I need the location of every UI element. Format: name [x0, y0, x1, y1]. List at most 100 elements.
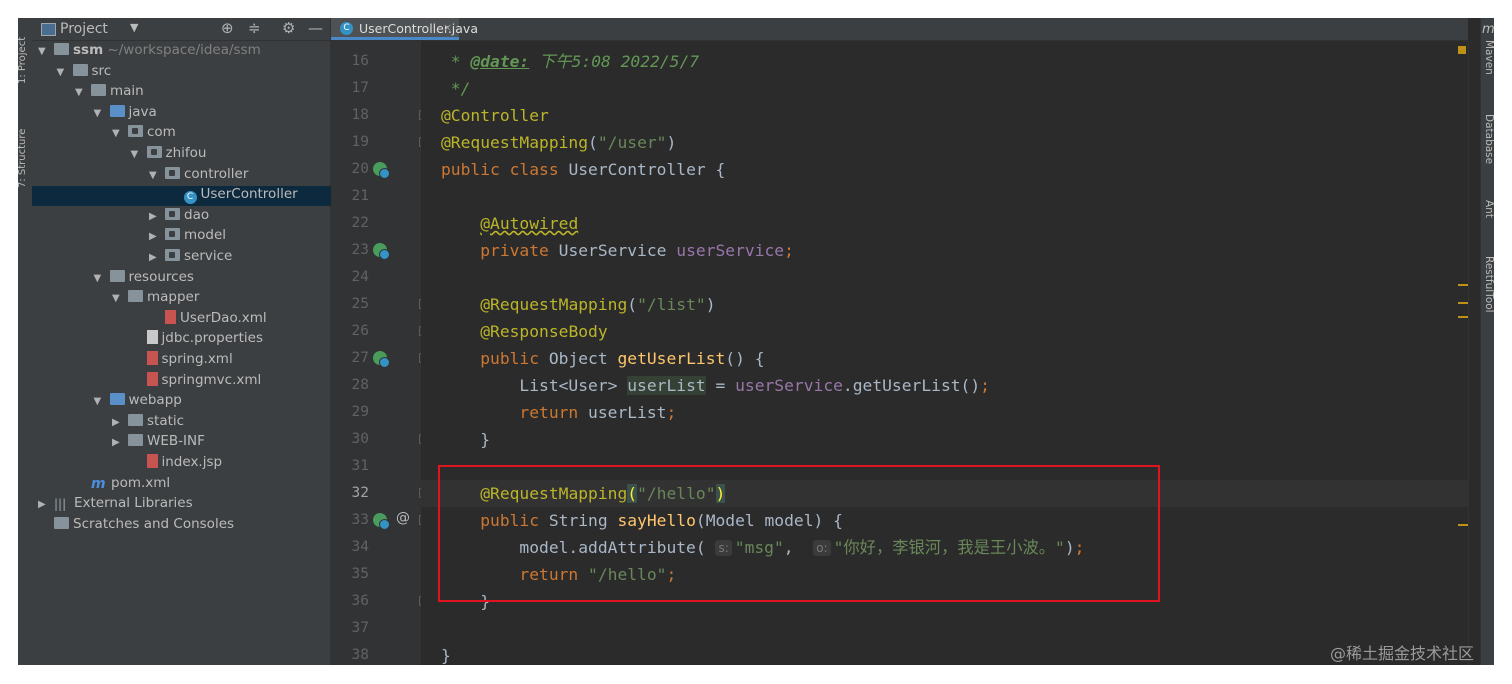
expanded-arrow-icon[interactable]: ▼ — [112, 293, 128, 304]
tree-item-webapp[interactable]: ▼ webapp — [32, 392, 182, 412]
line-number: 16 — [351, 53, 369, 69]
tree-item-springmvc-xml[interactable]: springmvc.xml — [32, 371, 261, 392]
code-line[interactable]: @ResponseBody — [421, 318, 1471, 345]
tree-item-resources[interactable]: ▼ resources — [32, 269, 194, 289]
tree-item-service[interactable]: ▶ service — [32, 248, 232, 268]
restfultool-tool-tab[interactable]: RestfulTool — [1483, 256, 1494, 313]
code-token: ; — [980, 376, 990, 395]
tree-item-web-inf[interactable]: ▶ WEB-INF — [32, 433, 205, 453]
package-icon — [146, 146, 162, 158]
structure-tool-tab[interactable]: 7: Structure — [18, 129, 28, 188]
project-tool-tab[interactable]: 1: Project — [18, 37, 28, 84]
close-icon[interactable]: × — [443, 21, 452, 34]
code-line[interactable] — [421, 183, 1471, 210]
code-line[interactable]: private UserService userService; — [421, 237, 1471, 264]
gear-icon[interactable]: ⚙ — [282, 19, 295, 37]
hide-panel-icon[interactable]: — — [308, 19, 323, 37]
project-panel-title[interactable]: Project — [60, 21, 108, 37]
collapse-all-icon[interactable]: ≑ — [248, 19, 261, 37]
expanded-arrow-icon[interactable]: ▼ — [112, 128, 128, 139]
code-line[interactable] — [421, 264, 1471, 291]
ant-tool-tab[interactable]: Ant — [1483, 200, 1494, 218]
project-panel: Project ▼ ⊕ ≑ ⚙ — ▼ ssm ~/workspace/idea/… — [32, 18, 464, 665]
tree-item-static[interactable]: ▶ static — [32, 413, 184, 433]
expanded-arrow-icon[interactable]: ▼ — [38, 46, 54, 57]
expanded-arrow-icon[interactable]: ▼ — [57, 67, 73, 78]
maven-tool-tab[interactable]: Maven — [1483, 40, 1494, 75]
line-number: 21 — [351, 188, 369, 204]
code-line[interactable]: @RequestMapping("/user") — [421, 129, 1471, 156]
tree-item-zhifou[interactable]: ▼ zhifou — [32, 145, 207, 165]
collapsed-arrow-icon[interactable]: ▶ — [112, 437, 128, 448]
tree-item-main[interactable]: ▼ main — [32, 83, 144, 103]
tree-item-ssm[interactable]: ▼ ssm ~/workspace/idea/ssm — [32, 42, 261, 62]
tree-item-userdao-xml[interactable]: UserDao.xml — [32, 309, 267, 330]
code-line[interactable]: } — [421, 426, 1471, 453]
scroll-marker[interactable] — [1458, 524, 1468, 526]
code-line[interactable]: @RequestMapping("/list") — [421, 291, 1471, 318]
code-line[interactable] — [421, 615, 1471, 642]
scroll-marker[interactable] — [1458, 302, 1468, 304]
editor-gutter[interactable]: 16 17 18 19 20 21 22 23 24 25 26 27 28 29 30 31 32 33 @34 3… — [331, 41, 428, 665]
code-token: @Autowired — [480, 214, 579, 233]
code-line[interactable]: public Object getUserList() { — [421, 345, 1471, 372]
expanded-arrow-icon[interactable]: ▼ — [149, 170, 165, 181]
scroll-marker[interactable] — [1458, 284, 1468, 286]
code-line[interactable]: * @date: 下午5:08 2022/5/7 — [421, 48, 1471, 75]
tree-item-java[interactable]: ▼ java — [32, 104, 157, 124]
tree-item-external-libraries[interactable]: ▶ ||| External Libraries — [32, 495, 193, 515]
spring-bean-icon[interactable] — [373, 162, 390, 179]
warning-stripe-marker[interactable] — [1458, 46, 1466, 54]
code-token: UserController { — [568, 160, 726, 179]
spring-bean-icon[interactable] — [373, 351, 390, 368]
spring-bean-icon[interactable] — [373, 513, 390, 530]
collapsed-arrow-icon[interactable]: ▶ — [149, 231, 165, 242]
collapsed-arrow-icon[interactable]: ▶ — [112, 417, 128, 428]
expanded-arrow-icon[interactable]: ▼ — [75, 87, 91, 98]
code-token: private — [480, 241, 559, 260]
code-line[interactable]: List<User> userList = userService.getUse… — [421, 372, 1471, 399]
code-line[interactable]: return userList; — [421, 399, 1471, 426]
tree-item-spring-xml[interactable]: spring.xml — [32, 351, 233, 371]
expanded-arrow-icon[interactable]: ▼ — [94, 273, 110, 284]
locate-target-icon[interactable]: ⊕ — [221, 19, 234, 37]
collapsed-arrow-icon[interactable]: ▶ — [38, 499, 54, 510]
spring-bean-icon[interactable] — [373, 243, 390, 260]
tree-item-index-jsp[interactable]: index.jsp — [32, 454, 222, 474]
tree-item-label: com — [147, 124, 176, 141]
collapsed-arrow-icon[interactable]: ▶ — [149, 211, 165, 222]
code-token: 下午5:08 2022/5/7 — [529, 52, 700, 71]
chevron-down-icon[interactable]: ▼ — [130, 21, 138, 34]
tree-item-src[interactable]: ▼ src — [32, 63, 112, 83]
database-tool-tab[interactable]: Database — [1483, 114, 1494, 164]
code-token: ; — [666, 403, 677, 422]
code-line[interactable]: } — [421, 642, 1471, 665]
code-line[interactable]: @Autowired — [421, 210, 1471, 237]
expanded-arrow-icon[interactable]: ▼ — [94, 396, 110, 407]
tree-item-model[interactable]: ▶ model — [32, 227, 226, 247]
package-icon — [165, 166, 180, 179]
code-token: "/user" — [597, 133, 667, 152]
tree-item-com[interactable]: ▼ com — [32, 124, 176, 144]
code-token: @RequestMapping — [480, 295, 628, 314]
line-number: 37 — [351, 620, 369, 636]
tree-item-scratches-and-consoles[interactable]: Scratches and Consoles — [32, 516, 234, 536]
tree-item-dao[interactable]: ▶ dao — [32, 207, 209, 227]
tree-item-controller[interactable]: ▼ controller — [32, 166, 248, 186]
code-token: @date: — [470, 52, 530, 71]
collapsed-arrow-icon[interactable]: ▶ — [149, 252, 165, 263]
tree-item-mapper[interactable]: ▼ mapper — [32, 289, 199, 309]
code-line[interactable]: public class UserController { — [421, 156, 1471, 183]
line-number: 33 — [351, 512, 369, 528]
request-mapping-icon[interactable]: @ — [396, 510, 410, 526]
tree-item-pom-xml[interactable]: m pom.xml — [32, 475, 170, 495]
tree-item-jdbc-properties[interactable]: jdbc.properties — [32, 330, 263, 350]
tree-item-label: static — [147, 412, 185, 429]
code-line[interactable]: @Controller — [421, 102, 1471, 129]
expanded-arrow-icon[interactable]: ▼ — [94, 108, 110, 119]
code-line[interactable]: */ — [421, 75, 1471, 102]
tab-user-controller[interactable]: C UserController.java × — [331, 18, 478, 40]
scroll-marker[interactable] — [1458, 316, 1468, 318]
expanded-arrow-icon[interactable]: ▼ — [131, 149, 147, 160]
